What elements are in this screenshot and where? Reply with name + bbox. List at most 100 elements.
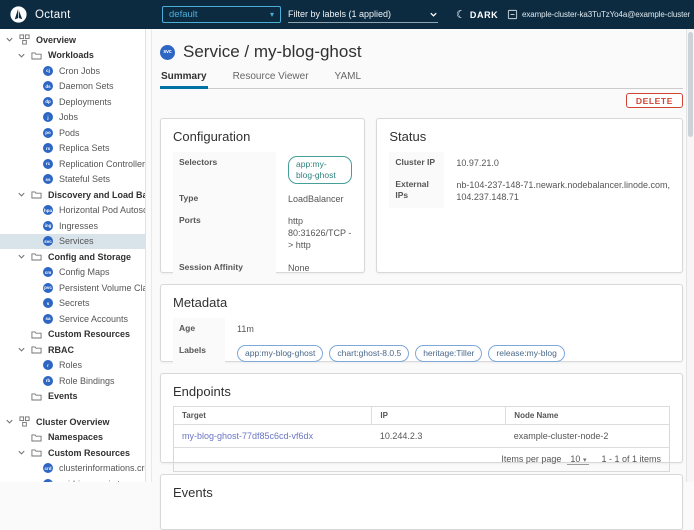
sidebar-item-roles[interactable]: rRoles — [0, 358, 145, 374]
chevron-down-icon[interactable] — [5, 417, 14, 426]
sidebar-item-config-and-storage[interactable]: Config and Storage — [0, 249, 145, 265]
sidebar-item-cluster-overview[interactable]: Cluster Overview — [0, 414, 145, 430]
sidebar-item-label: Jobs — [59, 112, 78, 122]
sidebar-item-label: Roles — [59, 360, 82, 370]
sidebar-item-jobs[interactable]: jJobs — [0, 110, 145, 126]
field-value: 10.97.21.0 — [444, 152, 499, 174]
sidebar-item-discovery-and-load-balancing[interactable]: Discovery and Load Balancing — [0, 187, 145, 203]
sidebar-item-namespaces[interactable]: Namespaces — [0, 430, 145, 446]
sidebar-section-gap — [0, 404, 145, 414]
sidebar-item-custom-resources[interactable]: Custom Resources — [0, 327, 145, 343]
main-scrollbar-thumb[interactable] — [688, 32, 693, 137]
events-card: Events — [160, 474, 683, 530]
sidebar-item-stateful-sets[interactable]: ssStateful Sets — [0, 172, 145, 188]
pagination-row: Items per page10 ▾1 - 1 of 1 items — [174, 448, 670, 472]
sidebar-item-services[interactable]: svc Services — [0, 234, 145, 250]
field-value: LoadBalancer — [276, 188, 344, 210]
label-tag: heritage:Tiller — [415, 345, 482, 361]
sidebar-item-clusterinformations-crd-projec[interactable]: crdclusterinformations.crd.projec — [0, 461, 145, 477]
resource-icon: sa — [43, 314, 53, 324]
sidebar-item-overview[interactable]: Overview — [0, 32, 145, 48]
field-label: Type — [173, 188, 276, 210]
sidebar-item-workloads[interactable]: Workloads — [0, 48, 145, 64]
field-value: None — [276, 257, 310, 279]
sidebar-item-config-maps[interactable]: cmConfig Maps — [0, 265, 145, 281]
resource-icon: crd — [43, 463, 53, 473]
tab-summary[interactable]: Summary — [160, 71, 208, 88]
column-header: Target — [174, 407, 372, 425]
octant-logo-icon — [10, 6, 27, 23]
field-label: Labels — [173, 340, 225, 366]
label-filter[interactable]: Filter by labels (1 applied) — [288, 6, 438, 23]
sidebar-item-replica-sets[interactable]: rs Replica Sets — [0, 141, 145, 157]
chevron-down-icon[interactable] — [17, 448, 26, 457]
endpoint-target-link[interactable]: my-blog-ghost-77df85c6cd-vf6dx — [182, 431, 313, 441]
folder-icon — [31, 251, 42, 262]
sidebar-item-events[interactable]: Events — [0, 389, 145, 405]
sidebar-item-custom-resources[interactable]: Custom Resources — [0, 445, 145, 461]
label-tag: release:my-blog — [488, 345, 564, 361]
chevron-down-icon[interactable] — [17, 51, 26, 60]
sidebar-item-rbac[interactable]: RBAC — [0, 342, 145, 358]
cluster-icon — [507, 9, 518, 20]
sidebar-item-label: Namespaces — [48, 432, 103, 442]
field-label: Selectors — [173, 152, 276, 188]
resource-icon: rs — [43, 143, 53, 153]
delete-button[interactable]: DELETE — [626, 93, 683, 108]
sidebar-item-deployments[interactable]: dp Deployments — [0, 94, 145, 110]
namespace-dropdown[interactable]: default ▾ — [162, 6, 281, 23]
chevron-down-icon[interactable] — [17, 190, 26, 199]
sidebar-item-label: Custom Resources — [48, 329, 130, 339]
sidebar-item-ingresses[interactable]: ingIngresses — [0, 218, 145, 234]
chevron-down-icon[interactable] — [17, 345, 26, 354]
tab-yaml[interactable]: YAML — [334, 71, 363, 88]
sidebar-item-label: Deployments — [59, 97, 112, 107]
sidebar-item-pods[interactable]: poPods — [0, 125, 145, 141]
field-label: Age — [173, 318, 225, 340]
sidebar-item-csidrivers-csi-storage-k8s-io[interactable]: crdcsidrivers.csi.storage.k8s.io — [0, 476, 145, 482]
field-row: Session AffinityNone — [173, 257, 352, 279]
sidebar-item-label: Ingresses — [59, 221, 98, 231]
theme-toggle[interactable]: ☾ DARK — [456, 0, 498, 29]
endpoints-card: Endpoints TargetIPNode Name my-blog-ghos… — [160, 373, 683, 463]
sidebar-scrollbar[interactable] — [145, 29, 152, 482]
resource-icon: rc — [43, 159, 53, 169]
context-selector[interactable]: example-cluster-ka3TuTzYo4a@example-clus… — [507, 0, 690, 29]
sidebar-item-label: Services — [59, 236, 94, 246]
label-tag: chart:ghost-8.0.5 — [329, 345, 409, 361]
sidebar-item-service-accounts[interactable]: saService Accounts — [0, 311, 145, 327]
sidebar-item-role-bindings[interactable]: rbRole Bindings — [0, 373, 145, 389]
endpoints-table-body: my-blog-ghost-77df85c6cd-vf6dx10.244.2.3… — [174, 425, 670, 448]
sidebar-item-replication-controllers[interactable]: rcReplication Controllers — [0, 156, 145, 172]
sidebar-item-label: Replica Sets — [59, 143, 110, 153]
sidebar-item-daemon-sets[interactable]: dsDaemon Sets — [0, 79, 145, 95]
sidebar-item-secrets[interactable]: sSecrets — [0, 296, 145, 312]
resource-icon: hpa — [43, 205, 53, 215]
resource-icon: svc — [43, 236, 53, 246]
folder-icon — [31, 447, 42, 458]
endpoint-node-name: example-cluster-node-2 — [506, 425, 670, 448]
sidebar-item-cron-jobs[interactable]: cjCron Jobs — [0, 63, 145, 79]
page-size-select[interactable]: 10 ▾ — [567, 454, 589, 465]
folder-icon — [31, 432, 42, 443]
chevron-down-icon[interactable] — [17, 252, 26, 261]
resource-icon: dp — [43, 97, 53, 107]
sidebar-item-label: Cron Jobs — [59, 66, 100, 76]
metadata-fields: Age11mLabelsapp:my-blog-ghostchart:ghost… — [173, 318, 670, 367]
field-row: Selectorsapp:my-blog-ghost — [173, 152, 352, 188]
field-label: Session Affinity — [173, 257, 276, 279]
page-title: Service / my-blog-ghost — [183, 42, 362, 62]
sidebar-item-label: Daemon Sets — [59, 81, 114, 91]
sidebar-item-persistent-volume-claims[interactable]: pvcPersistent Volume Claims — [0, 280, 145, 296]
chevron-down-icon[interactable] — [5, 35, 14, 44]
tab-resource-viewer[interactable]: Resource Viewer — [232, 71, 310, 88]
sidebar-item-label: Pods — [59, 128, 80, 138]
field-value: http 80:31626/TCP -> http — [276, 210, 352, 256]
configuration-fields: Selectorsapp:my-blog-ghostTypeLoadBalanc… — [173, 152, 352, 301]
moon-icon: ☾ — [456, 8, 466, 21]
status-card: Status Cluster IP10.97.21.0External IPsn… — [376, 118, 683, 273]
card-title: Endpoints — [173, 384, 670, 399]
sidebar-item-label: Custom Resources — [48, 448, 130, 458]
sidebar-item-horizontal-pod-autoscalers[interactable]: hpaHorizontal Pod Autoscalers — [0, 203, 145, 219]
toolbar: DELETE — [160, 93, 683, 108]
